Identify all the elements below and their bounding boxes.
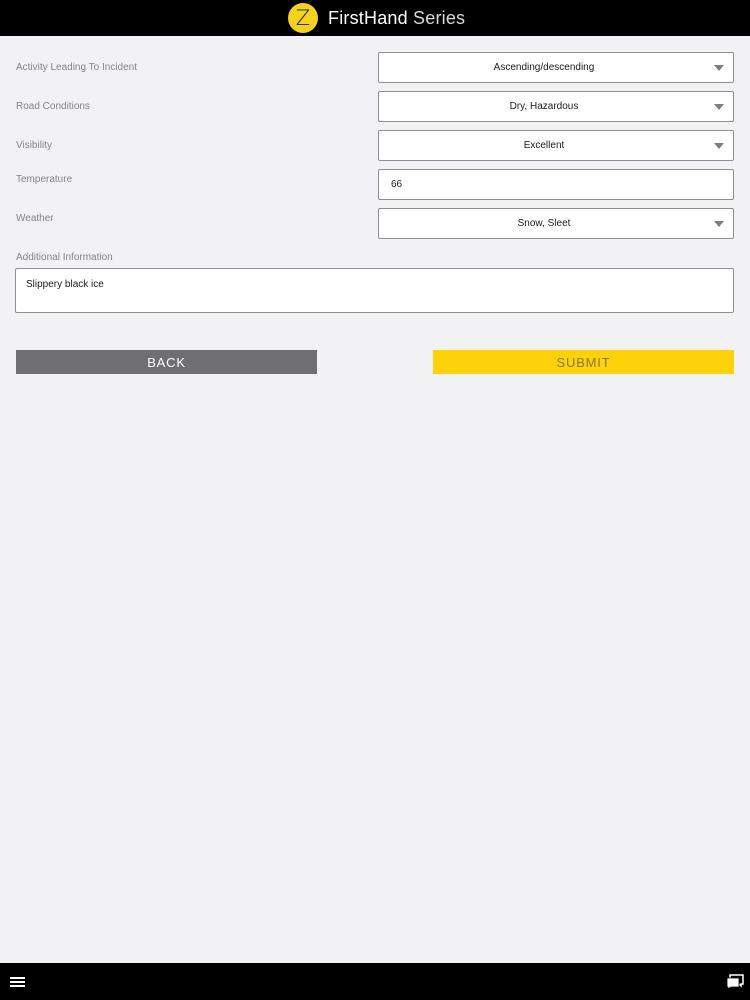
additional-info-textarea[interactable]: Slippery black ice bbox=[15, 268, 734, 313]
z-logo-icon: Z bbox=[288, 3, 318, 33]
brand: Z FirstHand Series bbox=[288, 3, 465, 33]
activity-value: Ascending/descending bbox=[493, 62, 595, 73]
visibility-select[interactable]: Excellent bbox=[378, 130, 734, 161]
dropdown-arrow-icon bbox=[714, 143, 724, 149]
temperature-input[interactable]: 66 bbox=[378, 169, 734, 200]
bottom-toolbar bbox=[0, 963, 750, 1000]
weather-label: Weather bbox=[16, 213, 54, 224]
back-button[interactable]: BACK bbox=[16, 350, 317, 374]
app-header: Z FirstHand Series bbox=[0, 0, 750, 36]
dropdown-arrow-icon bbox=[714, 65, 724, 71]
temperature-label: Temperature bbox=[16, 174, 73, 185]
weather-value: Snow, Sleet bbox=[517, 218, 571, 229]
weather-select[interactable]: Snow, Sleet bbox=[378, 208, 734, 239]
chat-bubble-icon[interactable] bbox=[726, 974, 744, 990]
dropdown-arrow-icon bbox=[714, 104, 724, 110]
road-conditions-select[interactable]: Dry, Hazardous bbox=[378, 91, 734, 122]
activity-select[interactable]: Ascending/descending bbox=[378, 52, 734, 83]
road-conditions-value: Dry, Hazardous bbox=[509, 101, 579, 112]
submit-button[interactable]: SUBMIT bbox=[433, 350, 734, 374]
road-conditions-label: Road Conditions bbox=[16, 101, 90, 112]
app-title-bold: FirstHand bbox=[328, 7, 408, 28]
visibility-label: Visibility bbox=[16, 140, 52, 151]
app-title-light: Series bbox=[413, 7, 466, 28]
activity-label: Activity Leading To Incident bbox=[16, 62, 138, 73]
app-title: FirstHand Series bbox=[328, 8, 465, 29]
additional-info-label: Additional Information bbox=[16, 252, 113, 263]
hamburger-menu-icon[interactable] bbox=[10, 977, 25, 988]
dropdown-arrow-icon bbox=[714, 221, 724, 227]
visibility-value: Excellent bbox=[523, 140, 565, 151]
